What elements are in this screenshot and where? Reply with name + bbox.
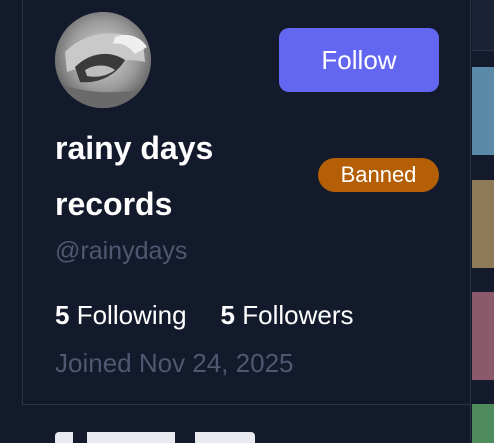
following-count: 5 [55,300,70,330]
followers-label: Followers [242,300,354,330]
next-section-text-fragment [55,432,255,443]
follow-button[interactable]: Follow [279,28,439,92]
following-stat[interactable]: 5 Following [55,297,187,333]
following-label: Following [76,300,187,330]
right-divider [470,0,471,443]
user-handle: @rainydays [55,237,188,265]
avatar[interactable] [55,12,151,108]
profile-photo-icon [55,12,151,108]
side-panel-header [472,0,494,51]
side-thumbnail[interactable] [472,67,494,155]
followers-stat[interactable]: 5 Followers [221,297,354,333]
followers-count: 5 [220,300,235,330]
side-thumbnail[interactable] [472,292,494,380]
status-badge: Banned [318,158,439,192]
left-divider [22,0,23,404]
display-name: rainy days records [55,130,214,222]
profile-card: Follow rainy days records Banned @rainyd… [0,0,494,443]
side-thumbnail[interactable] [472,404,494,443]
follow-stats: 5 Following 5 Followers [55,297,353,333]
joined-date: Joined Nov 24, 2025 [55,348,294,378]
bottom-divider [22,404,471,405]
side-thumbnail[interactable] [472,180,494,268]
